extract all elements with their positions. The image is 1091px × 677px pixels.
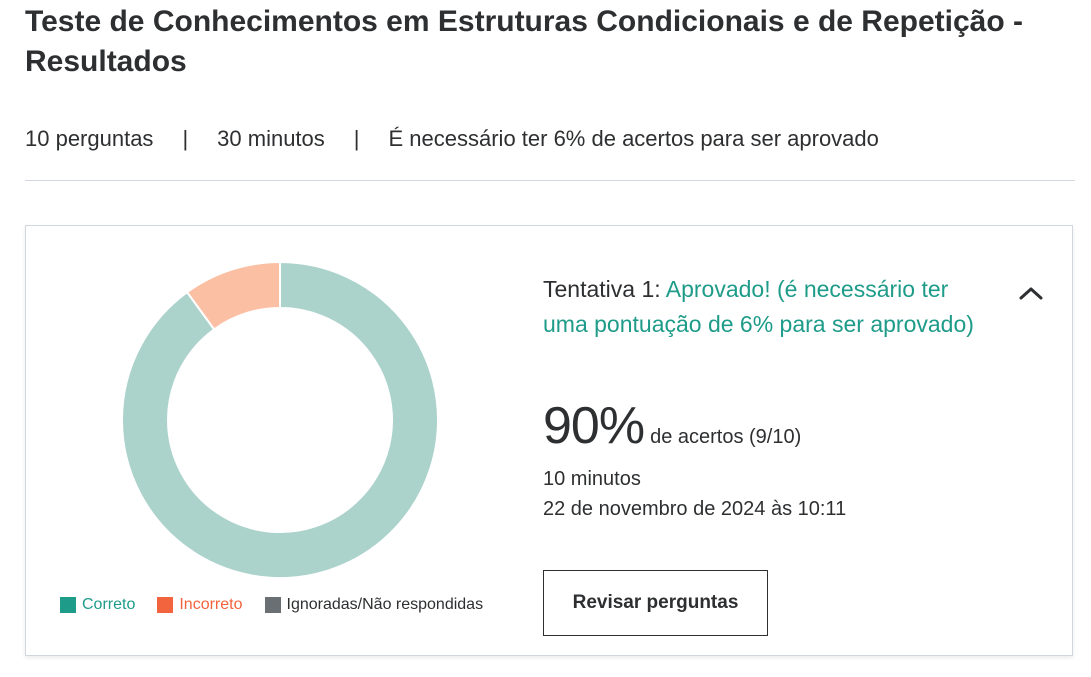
score-description: de acertos (9/10) xyxy=(650,426,802,448)
page-title: Teste de Conhecimentos em Estruturas Con… xyxy=(25,5,1024,78)
attempt-label: Tentativa 1: xyxy=(543,276,661,302)
legend-swatch xyxy=(264,597,281,613)
quiz-duration: 30 minutos xyxy=(217,126,325,151)
legend-item: Correto xyxy=(60,596,135,614)
chart-legend: Correto Incorreto Ignoradas/Não respondida… xyxy=(60,596,505,614)
legend-item: Incorreto xyxy=(157,596,243,614)
attempt-summary: Tentativa 1: Aprovado! (é necessário ter… xyxy=(543,272,993,342)
legend-label: Ignoradas/Não respondidas xyxy=(286,596,484,613)
score-percent: 90% xyxy=(543,397,645,455)
pass-requirement: É necessário ter 6% de acertos para ser … xyxy=(388,126,879,151)
results-donut-chart xyxy=(121,261,439,579)
score-line: 90% de acertos (9/10) xyxy=(543,391,801,461)
question-count: 10 perguntas xyxy=(25,126,154,151)
legend-swatch xyxy=(60,597,76,613)
legend-item: Ignoradas/Não respondidas xyxy=(264,596,484,614)
legend-swatch xyxy=(157,597,174,613)
attempt-date: 22 de novembro de 2024 às 10:11 xyxy=(543,498,847,520)
quiz-meta: 10 perguntas | 30 minutos | É necessário… xyxy=(25,124,879,154)
legend-label: Correto xyxy=(82,596,136,613)
meta-separator: | xyxy=(182,126,189,151)
donut-slice-correto xyxy=(121,261,439,579)
attempt-result-card: Correto Incorreto Ignoradas/Não respondida… xyxy=(25,225,1073,656)
chevron-up-icon[interactable] xyxy=(1016,281,1046,305)
legend-label: Incorreto xyxy=(179,596,243,613)
review-questions-button[interactable]: Revisar perguntas xyxy=(543,570,768,636)
meta-separator: | xyxy=(353,126,360,151)
divider xyxy=(25,180,1075,181)
time-taken: 10 minutos xyxy=(543,468,641,490)
